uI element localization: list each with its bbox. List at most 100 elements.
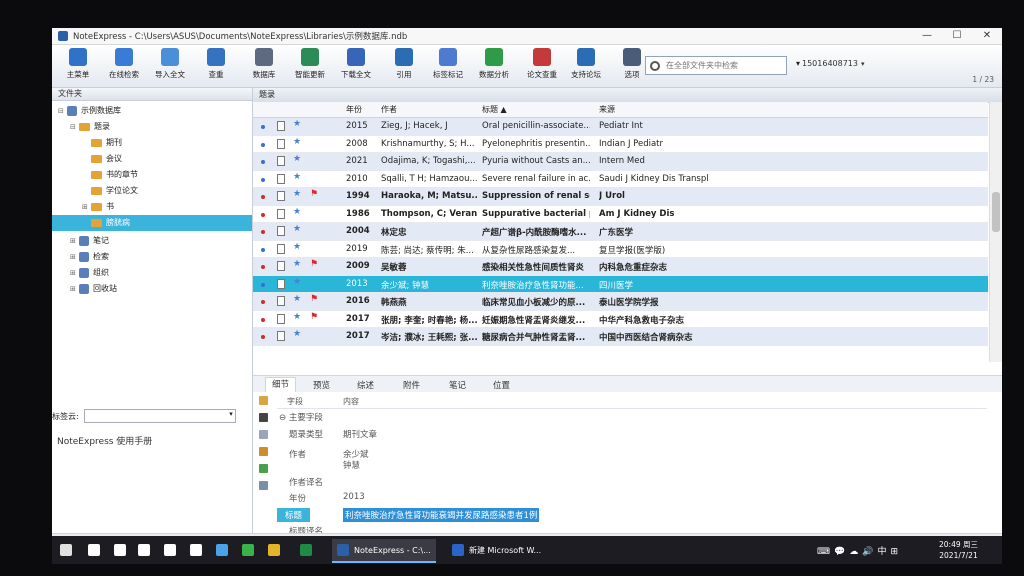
tree-item[interactable]: ⊞ 回收站: [70, 281, 117, 297]
tree-item[interactable]: 期刊: [82, 135, 122, 151]
tray-icon[interactable]: 💬: [834, 547, 849, 557]
toolbar-button-8[interactable]: 标签标记: [426, 48, 470, 80]
search-input[interactable]: [664, 60, 768, 71]
taskbar-item[interactable]: [88, 543, 105, 557]
taskbar-item[interactable]: [242, 543, 259, 557]
star-icon[interactable]: ★: [293, 294, 301, 304]
taskbar-item[interactable]: [114, 543, 131, 557]
table-row[interactable]: ★ 2013 余少斌; 钟慧 利奈唑胺治疗急性肾功能... 四川医学: [253, 275, 988, 293]
tray-icon[interactable]: 中: [877, 547, 890, 557]
star-icon[interactable]: ★: [293, 277, 301, 287]
flag-icon[interactable]: ⚑: [310, 294, 318, 304]
toolbar-button-2[interactable]: 导入全文: [148, 48, 192, 80]
taskbar-item[interactable]: NoteExpress - C:\...: [332, 539, 436, 563]
taskbar-item[interactable]: [60, 543, 77, 557]
tab-notes[interactable]: 笔记: [449, 379, 466, 391]
bookmark-icon[interactable]: [259, 413, 268, 422]
expand-toggle[interactable]: ⊞: [70, 233, 79, 249]
star-icon[interactable]: ★: [293, 329, 301, 339]
toolbar-button-7[interactable]: 引用: [382, 48, 426, 80]
star-icon[interactable]: ★: [293, 189, 301, 199]
table-row[interactable]: ★ ⚑ 2009 吴敏蓉 感染相关性急性间质性肾炎 内科急危重症杂志: [253, 258, 988, 276]
search-box[interactable]: ▾: [645, 56, 800, 75]
records-scrollbar[interactable]: [989, 102, 1002, 362]
minimize-button[interactable]: —: [912, 28, 942, 44]
tree-item[interactable]: ⊞ 检索: [70, 249, 109, 265]
scrollbar-thumb[interactable]: [992, 192, 1000, 232]
column-title[interactable]: 标题 ▲: [482, 104, 507, 115]
toolbar-button-9[interactable]: 数据分析: [472, 48, 516, 80]
expand-toggle[interactable]: ⊟: [70, 119, 79, 135]
toolbar-button-11[interactable]: 支持论坛: [564, 48, 608, 80]
table-row[interactable]: ★ 2017 岑洁; 濮冰; 王耗熙; 张... 糖尿病合并气肿性肾盂肾... 中国中西…: [253, 328, 988, 346]
tab-summary[interactable]: 综述: [357, 379, 374, 391]
expand-toggle[interactable]: ⊞: [82, 199, 91, 215]
tree-item[interactable]: 书的章节: [82, 167, 138, 183]
account-menu[interactable]: 15016408713 ▾: [802, 59, 865, 68]
column-source[interactable]: 来源: [599, 104, 615, 115]
clock[interactable]: 20:49 周三 2021/7/21: [939, 539, 978, 561]
taskbar-item[interactable]: [138, 543, 155, 557]
table-row[interactable]: ★ ⚑ 1994 Haraoka, M; Matsu... Suppression of…: [253, 188, 988, 206]
copy-icon[interactable]: [259, 430, 268, 439]
tab-location[interactable]: 位置: [493, 379, 510, 391]
tray-icon[interactable]: ⊞: [890, 547, 902, 557]
tree-item[interactable]: 会议: [82, 151, 122, 167]
tree-item[interactable]: ⊟ 示例数据库: [58, 103, 121, 119]
toolbar-button-0[interactable]: 主菜单: [56, 48, 100, 80]
taskbar-item[interactable]: [300, 543, 317, 557]
star-icon[interactable]: ★: [293, 259, 301, 269]
star-icon[interactable]: ★: [293, 207, 301, 217]
star-icon[interactable]: ★: [293, 172, 301, 182]
tag-cloud-select[interactable]: ▾: [83, 409, 236, 423]
table-row[interactable]: ★ 2019 陈芸; 尚达; 蔡传明; 朱... 从复杂性尿路感染复发... 复旦学报(…: [253, 241, 988, 258]
table-row[interactable]: ★ 2004 林定忠 产超广谱β-内酰胺酶嗜水... 广东医学: [253, 223, 988, 241]
tree-item[interactable]: ⊞ 组织: [70, 265, 109, 281]
tree-item[interactable]: 膀胱病: [52, 215, 252, 231]
column-year[interactable]: 年份: [346, 104, 362, 115]
table-row[interactable]: ★ ⚑ 2017 张朋; 李奎; 时春艳; 杨... 妊娠期急性肾盂肾炎继发... 中华产…: [253, 311, 988, 328]
taskbar-item[interactable]: 新建 Microsoft W...: [452, 543, 541, 557]
toolbar-button-5[interactable]: 智能更新: [288, 48, 332, 80]
star-icon[interactable]: ★: [293, 312, 301, 322]
expand-toggle[interactable]: ⊞: [70, 265, 79, 281]
settings-icon[interactable]: [259, 481, 268, 490]
tray-icon[interactable]: 🔊: [862, 547, 877, 557]
flag-icon[interactable]: ⚑: [310, 189, 318, 199]
table-row[interactable]: ★ 2010 Sqalli, T H; Hamzaou... Severe renal…: [253, 171, 988, 188]
tray-icon[interactable]: ⌨: [817, 547, 834, 557]
star-icon[interactable]: ★: [293, 119, 301, 129]
column-author[interactable]: 作者: [381, 104, 397, 115]
expand-toggle[interactable]: ⊞: [70, 249, 79, 265]
tree-item[interactable]: 学位论文: [82, 183, 138, 199]
tab-details[interactable]: 细节: [265, 377, 297, 392]
user-manual-link[interactable]: NoteExpress 使用手册: [57, 434, 152, 447]
table-row[interactable]: ★ 1986 Thompson, C; Veran Suppurative bacte…: [253, 206, 988, 223]
tray-icon[interactable]: ☁: [849, 547, 862, 557]
toolbar-button-4[interactable]: 数据库: [242, 48, 286, 80]
toolbar-button-10[interactable]: 论文查重: [520, 48, 564, 80]
taskbar-item[interactable]: [216, 543, 233, 557]
tree-item[interactable]: ⊟ 题录: [70, 119, 110, 135]
taskbar-item[interactable]: [164, 543, 181, 557]
grid-icon[interactable]: [259, 464, 268, 473]
star-icon[interactable]: ★: [293, 137, 301, 147]
flag-icon[interactable]: ⚑: [310, 312, 318, 322]
table-row[interactable]: ★ 2021 Odajima, K; Togashi,... Pyuria witho…: [253, 153, 988, 171]
expand-toggle[interactable]: ⊟: [58, 103, 67, 119]
table-row[interactable]: ★ 2008 Krishnamurthy, S; H... Pyelonephriti…: [253, 136, 988, 153]
flag-icon[interactable]: ⚑: [310, 259, 318, 269]
taskbar-item[interactable]: [268, 543, 285, 557]
pencil-icon[interactable]: [259, 447, 268, 456]
tab-preview[interactable]: 预览: [313, 379, 330, 391]
table-row[interactable]: ★ ⚑ 2016 韩燕燕 临床常见血小板减少的原... 泰山医学院学报: [253, 293, 988, 311]
tree-item[interactable]: ⊞ 书: [82, 199, 114, 215]
star-icon[interactable]: ★: [293, 242, 301, 252]
chevron-down-icon[interactable]: ▾: [796, 59, 800, 68]
maximize-button[interactable]: ☐: [942, 28, 972, 44]
taskbar-item[interactable]: [190, 543, 207, 557]
table-row[interactable]: ★ 2015 Zieg, J; Hacek, J Oral penicillin-as…: [253, 118, 988, 136]
star-icon[interactable]: ★: [293, 224, 301, 234]
toolbar-button-3[interactable]: 查重: [194, 48, 238, 80]
tree-item[interactable]: ⊞ 笔记: [70, 233, 109, 249]
